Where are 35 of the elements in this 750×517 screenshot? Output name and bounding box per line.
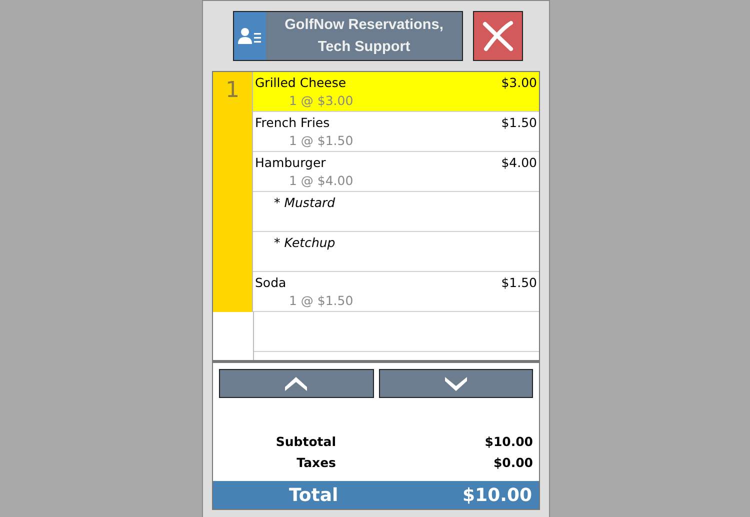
contact-button[interactable]: GolfNow Reservations, Tech Support bbox=[233, 11, 463, 61]
close-icon bbox=[482, 20, 514, 52]
item-price: $4.00 bbox=[501, 155, 537, 170]
item-price: $3.00 bbox=[501, 75, 537, 90]
close-button[interactable] bbox=[473, 11, 523, 61]
item-name: French Fries bbox=[255, 115, 330, 130]
modifier-row[interactable]: * Mustard bbox=[253, 192, 539, 232]
item-name: Grilled Cheese bbox=[255, 75, 346, 90]
chevron-up-icon bbox=[285, 376, 308, 390]
item-quantity: 1 @ $1.50 bbox=[289, 293, 354, 308]
item-quantity: 1 @ $1.50 bbox=[289, 133, 354, 148]
grand-total-value: $10.00 bbox=[462, 484, 532, 506]
item-name: Hamburger bbox=[255, 155, 326, 170]
item-price: $1.50 bbox=[501, 275, 537, 290]
item-price: $1.50 bbox=[501, 115, 537, 130]
chevron-down-icon bbox=[444, 376, 467, 390]
modifier-row[interactable]: * Ketchup bbox=[253, 232, 539, 272]
order-item-row[interactable]: Hamburger $4.00 1 @ $4.00 bbox=[253, 152, 539, 192]
item-name: Soda bbox=[255, 275, 286, 290]
order-item-row[interactable]: French Fries $1.50 1 @ $1.50 bbox=[253, 112, 539, 152]
modifier-name: * Ketchup bbox=[274, 235, 336, 250]
total-value: $10.00 bbox=[484, 434, 533, 449]
total-label: Subtotal bbox=[274, 434, 336, 449]
grand-total-label: Total bbox=[289, 484, 338, 506]
contact-list-icon bbox=[238, 28, 262, 44]
seat-number: 1 bbox=[213, 72, 253, 312]
modifier-name: * Mustard bbox=[274, 195, 336, 210]
item-quantity: 1 @ $3.00 bbox=[289, 93, 354, 108]
scroll-up-button[interactable] bbox=[219, 369, 374, 398]
order-item-row[interactable]: Soda $1.50 1 @ $1.50 bbox=[253, 272, 539, 312]
total-label: Taxes bbox=[296, 455, 336, 470]
order-item-row[interactable]: Grilled Cheese $3.00 1 @ $3.00 bbox=[253, 72, 539, 112]
item-quantity: 1 @ $4.00 bbox=[289, 173, 354, 188]
total-value: $0.00 bbox=[492, 455, 533, 470]
scroll-down-button[interactable] bbox=[378, 369, 533, 398]
